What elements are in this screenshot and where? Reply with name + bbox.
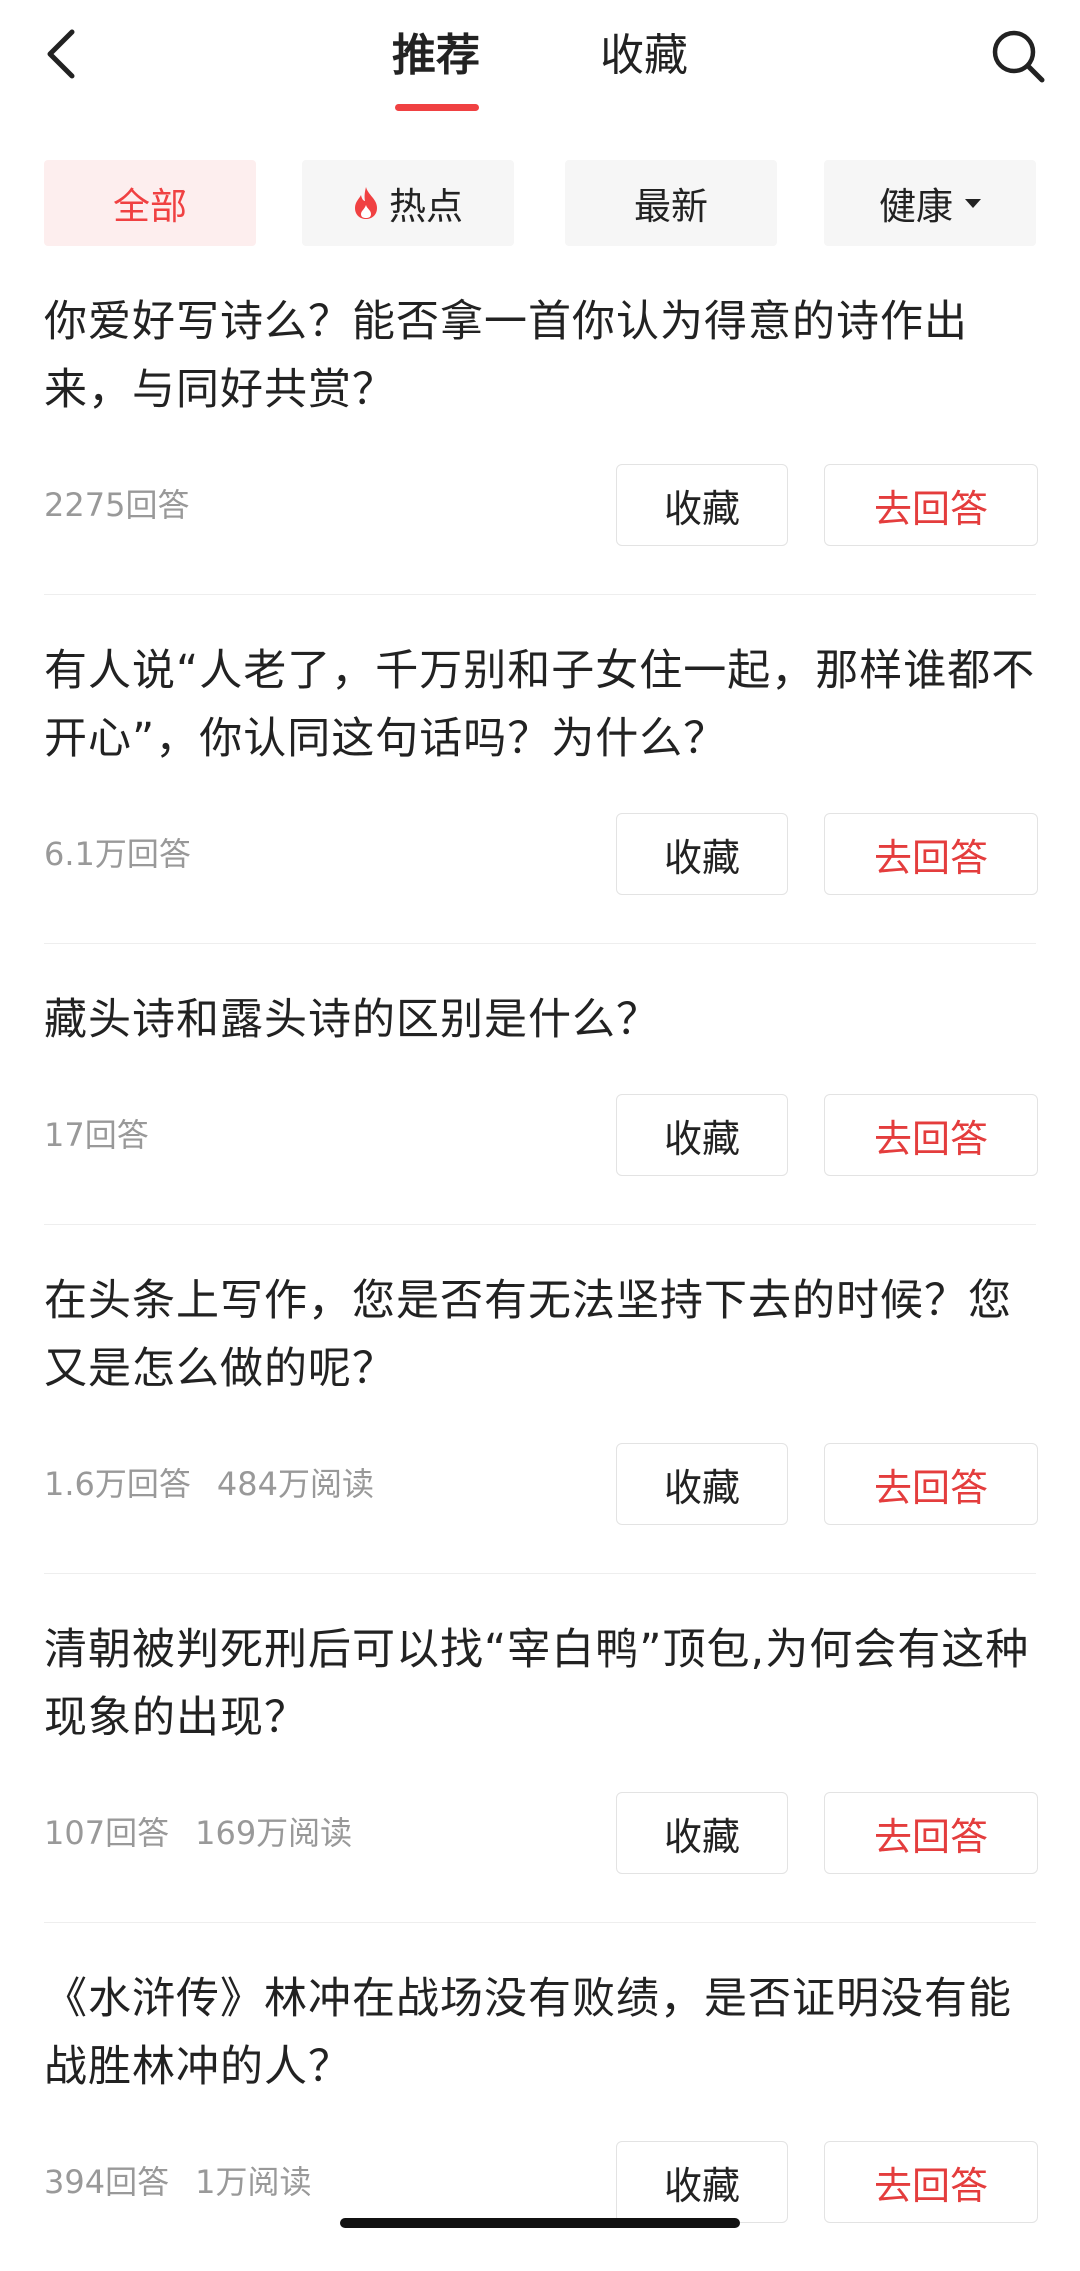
question-meta-row: 107回答 169万阅读 收藏 去回答 xyxy=(44,1792,1038,1874)
search-button[interactable] xyxy=(990,28,1046,84)
favorite-button[interactable]: 收藏 xyxy=(616,2141,788,2223)
filter-hot[interactable]: 热点 xyxy=(302,160,514,246)
answer-count: 17回答 xyxy=(44,1116,149,1154)
question-stats: 394回答 1万阅读 xyxy=(44,2141,311,2223)
read-count: 1万阅读 xyxy=(195,2163,312,2201)
question-stats: 107回答 169万阅读 xyxy=(44,1792,352,1874)
question-title[interactable]: 藏头诗和露头诗的区别是什么？ xyxy=(44,944,1036,1054)
question-item: 藏头诗和露头诗的区别是什么？ 17回答 收藏 去回答 xyxy=(44,944,1038,1225)
question-title[interactable]: 有人说“人老了，千万别和子女住一起，那样谁都不开心”，你认同这句话吗？为什么？ xyxy=(44,595,1036,773)
question-meta-row: 1.6万回答 484万阅读 收藏 去回答 xyxy=(44,1443,1038,1525)
answer-count: 394回答 xyxy=(44,2163,170,2201)
question-meta-row: 394回答 1万阅读 收藏 去回答 xyxy=(44,2141,1038,2223)
chevron-left-icon xyxy=(47,29,75,79)
answer-button[interactable]: 去回答 xyxy=(824,1792,1038,1874)
question-stats: 2275回答 xyxy=(44,464,189,546)
answer-button[interactable]: 去回答 xyxy=(824,1094,1038,1176)
favorite-button[interactable]: 收藏 xyxy=(616,1792,788,1874)
top-nav-bar: 推荐 收藏 xyxy=(0,0,1080,130)
question-stats: 6.1万回答 xyxy=(44,813,191,895)
home-indicator[interactable] xyxy=(340,2218,740,2228)
question-meta-row: 17回答 收藏 去回答 xyxy=(44,1094,1038,1176)
answer-button[interactable]: 去回答 xyxy=(824,813,1038,895)
answer-button[interactable]: 去回答 xyxy=(824,1443,1038,1525)
favorite-button[interactable]: 收藏 xyxy=(616,813,788,895)
filter-all[interactable]: 全部 xyxy=(44,160,256,246)
filter-label: 最新 xyxy=(634,185,708,228)
tab-recommend[interactable]: 推荐 xyxy=(392,28,480,84)
favorite-button[interactable]: 收藏 xyxy=(616,1094,788,1176)
question-title[interactable]: 你爱好写诗么？能否拿一首你认为得意的诗作出来，与同好共赏？ xyxy=(44,246,1036,424)
favorite-button[interactable]: 收藏 xyxy=(616,1443,788,1525)
tab-favorites[interactable]: 收藏 xyxy=(600,28,688,84)
filter-label: 全部 xyxy=(113,185,187,228)
read-count: 169万阅读 xyxy=(195,1814,353,1852)
question-meta-row: 6.1万回答 收藏 去回答 xyxy=(44,813,1038,895)
caret-down-icon xyxy=(965,198,981,208)
filter-latest[interactable]: 最新 xyxy=(565,160,777,246)
question-item: 清朝被判死刑后可以找“宰白鸭”顶包,为何会有这种现象的出现？ 107回答 169万… xyxy=(44,1574,1038,1923)
search-icon xyxy=(992,30,1045,83)
filter-bar: 全部 热点 最新 健康 xyxy=(0,160,1080,246)
question-item: 你爱好写诗么？能否拿一首你认为得意的诗作出来，与同好共赏？ 2275回答 收藏 … xyxy=(44,246,1038,595)
question-item: 有人说“人老了，千万别和子女住一起，那样谁都不开心”，你认同这句话吗？为什么？ … xyxy=(44,595,1038,944)
question-stats: 17回答 xyxy=(44,1094,149,1176)
question-title[interactable]: 清朝被判死刑后可以找“宰白鸭”顶包,为何会有这种现象的出现？ xyxy=(44,1574,1036,1752)
active-tab-indicator xyxy=(395,104,479,111)
fire-icon xyxy=(355,187,377,219)
question-item: 《水浒传》林冲在战场没有败绩，是否证明没有能战胜林冲的人？ 394回答 1万阅读 … xyxy=(44,1923,1038,2223)
question-list: 你爱好写诗么？能否拿一首你认为得意的诗作出来，与同好共赏？ 2275回答 收藏 … xyxy=(0,246,1080,2271)
filter-label: 热点 xyxy=(389,185,463,228)
filter-health-dropdown[interactable]: 健康 xyxy=(824,160,1036,246)
question-meta-row: 2275回答 收藏 去回答 xyxy=(44,464,1038,546)
question-stats: 1.6万回答 484万阅读 xyxy=(44,1443,374,1525)
answer-count: 2275回答 xyxy=(44,486,190,524)
question-item: 在头条上写作，您是否有无法坚持下去的时候？您又是怎么做的呢？ 1.6万回答 484… xyxy=(44,1225,1038,1574)
back-button[interactable] xyxy=(40,26,84,82)
answer-button[interactable]: 去回答 xyxy=(824,2141,1038,2223)
answer-count: 107回答 xyxy=(44,1814,170,1852)
question-title[interactable]: 在头条上写作，您是否有无法坚持下去的时候？您又是怎么做的呢？ xyxy=(44,1225,1036,1403)
answer-button[interactable]: 去回答 xyxy=(824,464,1038,546)
read-count: 484万阅读 xyxy=(216,1465,374,1503)
question-title[interactable]: 《水浒传》林冲在战场没有败绩，是否证明没有能战胜林冲的人？ xyxy=(44,1923,1036,2101)
filter-label: 健康 xyxy=(879,185,953,228)
answer-count: 6.1万回答 xyxy=(44,835,191,873)
answer-count: 1.6万回答 xyxy=(44,1465,191,1503)
favorite-button[interactable]: 收藏 xyxy=(616,464,788,546)
